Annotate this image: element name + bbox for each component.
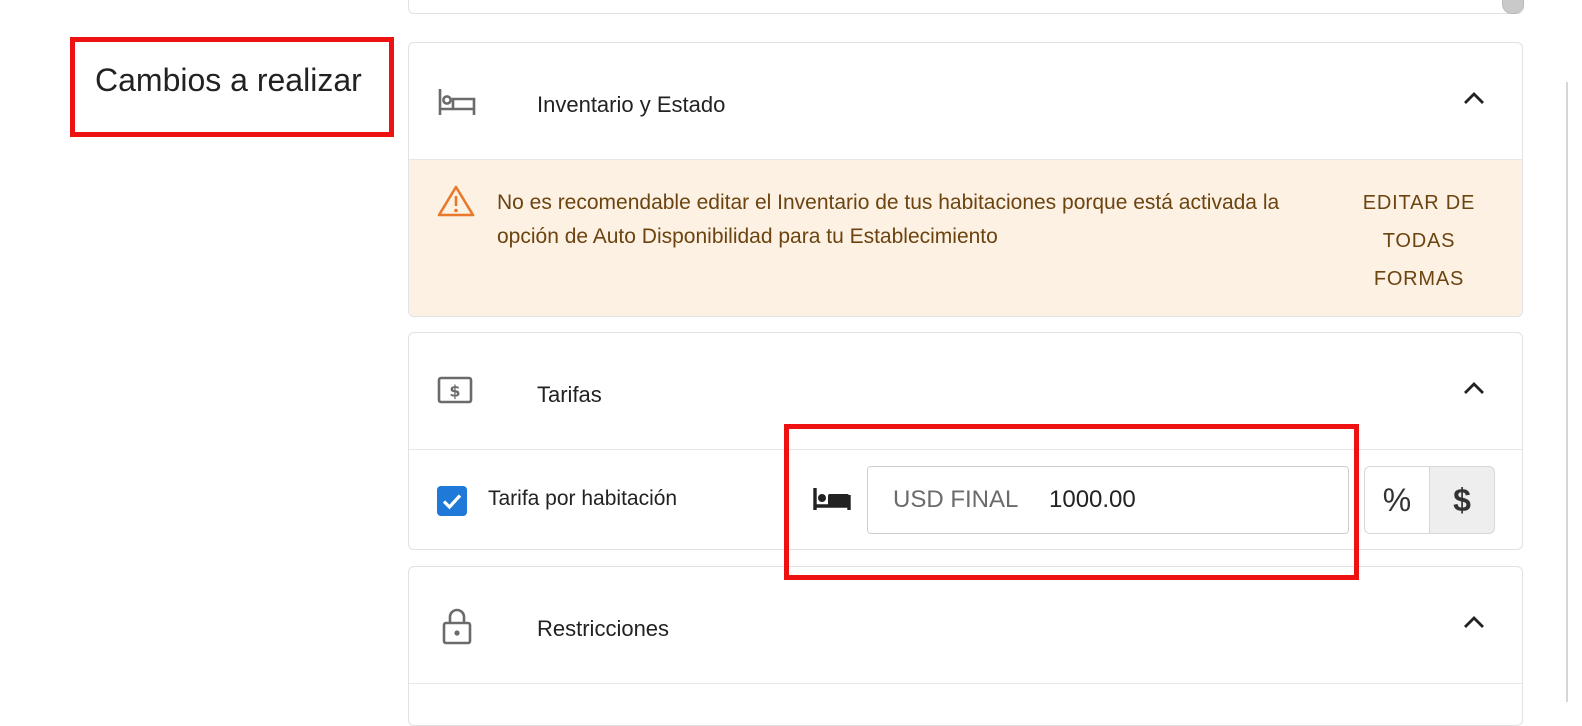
previous-card xyxy=(408,0,1524,14)
money-icon: $ xyxy=(437,376,473,411)
auto-availability-warning: No es recomendable editar el Inventario … xyxy=(409,160,1522,316)
edit-anyway-line-1: EDITAR DE xyxy=(1362,192,1476,214)
restrictions-title: Restricciones xyxy=(537,616,670,641)
lock-icon xyxy=(441,607,473,650)
chevron-up-icon[interactable] xyxy=(1463,381,1485,400)
annotation-box-title xyxy=(70,37,394,137)
annotation-box-price xyxy=(784,424,1359,580)
warning-triangle-icon xyxy=(437,184,475,223)
chevron-up-icon[interactable] xyxy=(1463,91,1485,110)
percent-toggle-button[interactable]: % xyxy=(1364,466,1430,534)
dollar-toggle-button[interactable]: $ xyxy=(1429,466,1495,534)
bed-outline-icon xyxy=(437,87,477,122)
rate-per-room-checkbox[interactable] xyxy=(437,486,467,516)
edit-anyway-line-2: TODAS xyxy=(1382,230,1456,252)
rates-title: Tarifas xyxy=(537,382,602,407)
edit-anyway-button[interactable]: EDITAR DE TODAS FORMAS xyxy=(1339,184,1499,298)
inventory-header[interactable]: Inventario y Estado xyxy=(409,43,1522,160)
svg-text:$: $ xyxy=(449,382,460,401)
checkmark-icon xyxy=(442,494,462,510)
rate-per-room-label: Tarifa por habitación xyxy=(488,487,678,510)
restrictions-header[interactable]: Restricciones xyxy=(409,567,1522,684)
scrollbar-track[interactable] xyxy=(1566,82,1568,702)
inventory-card: Inventario y Estado No es recomendable e… xyxy=(408,42,1523,317)
restrictions-card: Restricciones xyxy=(408,566,1523,726)
inventory-title: Inventario y Estado xyxy=(537,92,726,117)
warning-message: No es recomendable editar el Inventario … xyxy=(497,191,1280,248)
edit-anyway-line-3: FORMAS xyxy=(1373,268,1465,290)
chevron-up-icon[interactable] xyxy=(1463,615,1485,634)
